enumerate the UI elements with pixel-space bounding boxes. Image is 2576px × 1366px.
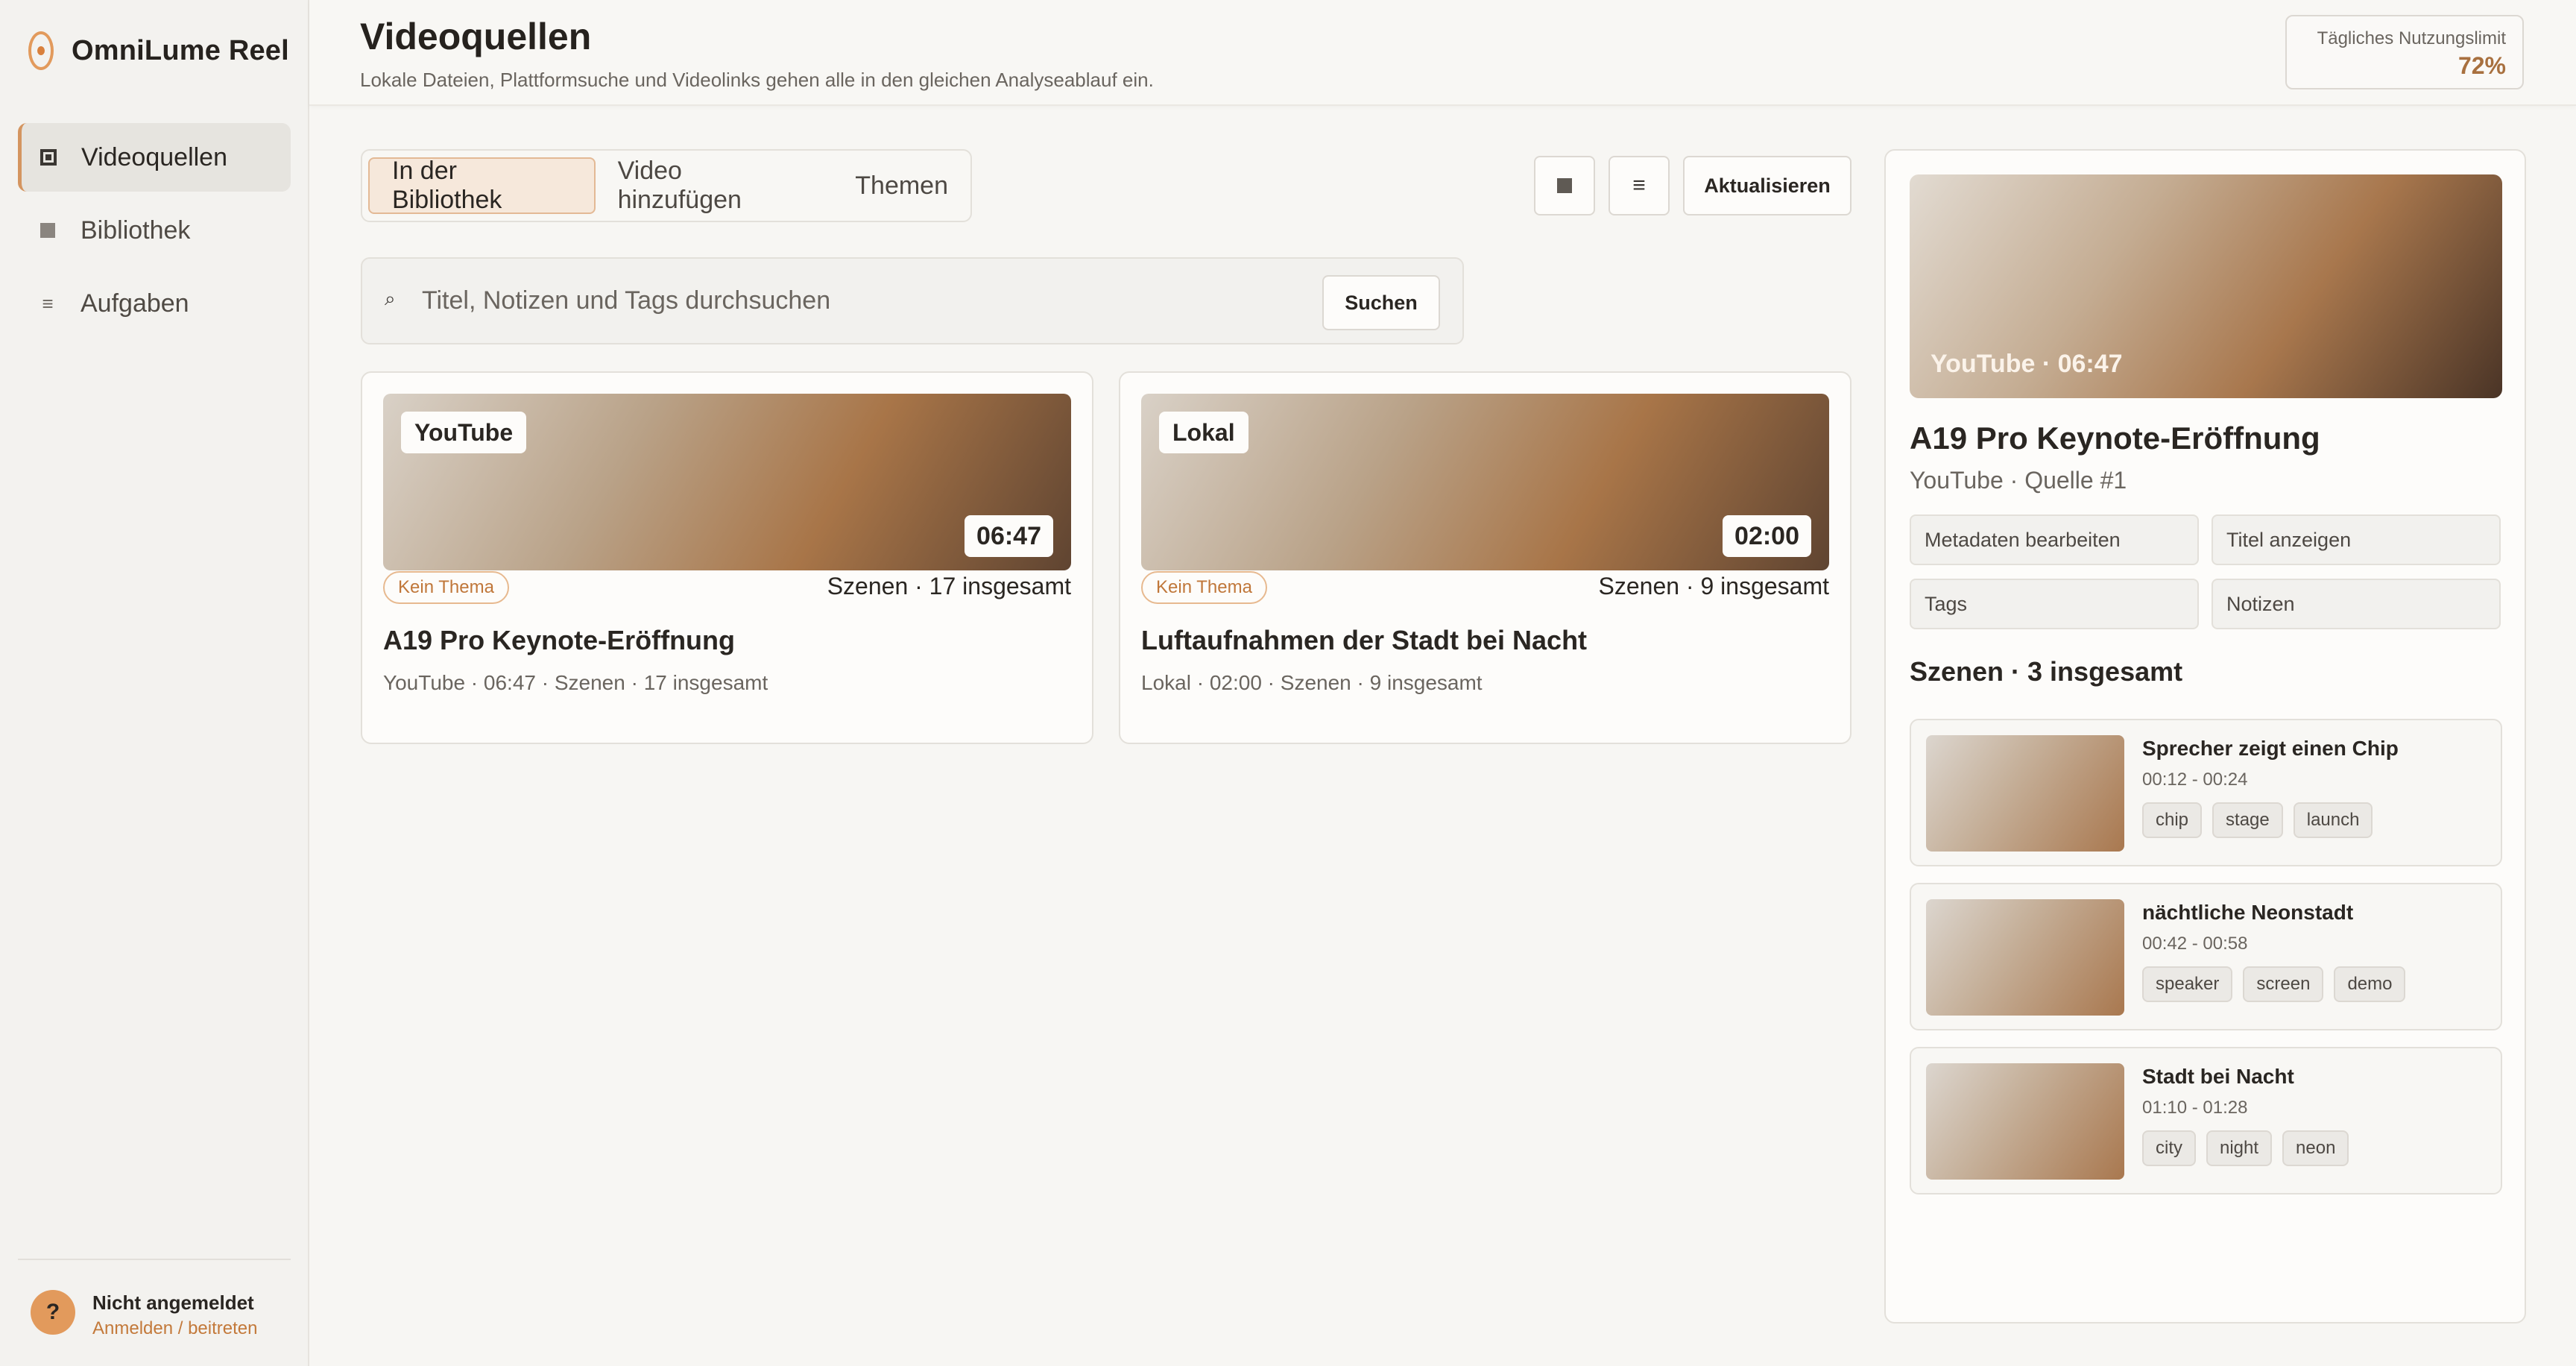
source-badge: YouTube bbox=[401, 412, 527, 453]
sidebar-item-label: Aufgaben bbox=[80, 289, 189, 318]
search-bar: ⌕ Suchen bbox=[361, 257, 1464, 344]
scene-tags: speaker screen demo bbox=[2142, 966, 2406, 1002]
video-meta: YouTube · 06:47 · Szenen · 17 insgesamt bbox=[383, 671, 768, 694]
search-icon: ⌕ bbox=[385, 287, 396, 309]
app-name: OmniLume Reel bbox=[72, 34, 289, 66]
duration-badge: 06:47 bbox=[965, 515, 1053, 557]
video-title: Luftaufnahmen der Stadt bei Nacht bbox=[1141, 625, 1588, 655]
scene-count: Szenen · 17 insgesamt bbox=[827, 573, 1071, 599]
tab-themen[interactable]: Themen bbox=[833, 157, 970, 214]
view-tabs: In der Bibliothek Video hinzufügen Theme… bbox=[361, 149, 972, 222]
theme-pill[interactable]: Kein Thema bbox=[383, 571, 509, 604]
search-button[interactable]: Suchen bbox=[1322, 275, 1440, 330]
detail-subtitle: YouTube · Quelle #1 bbox=[1910, 467, 2127, 494]
edit-metadata-button[interactable]: Metadaten bearbeiten bbox=[1910, 514, 2199, 565]
page-header: Videoquellen Lokale Dateien, Plattformsu… bbox=[309, 0, 2576, 106]
source-badge: Lokal bbox=[1159, 412, 1248, 453]
detail-thumbnail-label: YouTube · 06:47 bbox=[1931, 350, 2123, 378]
tab-in-der-bibliothek[interactable]: In der Bibliothek bbox=[368, 157, 596, 214]
library-icon bbox=[39, 223, 57, 238]
scene-tags: chip stage launch bbox=[2142, 802, 2373, 838]
scene-tag[interactable]: stage bbox=[2212, 802, 2283, 838]
detail-panel: YouTube · 06:47 A19 Pro Keynote-Eröffnun… bbox=[1884, 149, 2526, 1323]
sidebar: OmniLume Reel Videoquellen Bibliothek ≡ … bbox=[0, 0, 309, 1366]
scene-title: Sprecher zeigt einen Chip bbox=[2142, 737, 2399, 760]
page-subtitle: Lokale Dateien, Plattformsuche und Video… bbox=[360, 69, 1154, 91]
video-title: A19 Pro Keynote-Eröffnung bbox=[383, 625, 736, 655]
video-thumbnail[interactable]: Lokal 02:00 bbox=[1141, 394, 1829, 570]
scene-count: Szenen · 9 insgesamt bbox=[1598, 573, 1830, 599]
scene-tag[interactable]: launch bbox=[2293, 802, 2373, 838]
show-title-button[interactable]: Titel anzeigen bbox=[2212, 514, 2501, 565]
sidebar-item-label: Videoquellen bbox=[81, 142, 227, 171]
usage-limit-value: 72% bbox=[2457, 52, 2506, 79]
refresh-button[interactable]: Aktualisieren bbox=[1683, 156, 1852, 215]
scene-item[interactable]: nächtliche Neonstadt 00:42 - 00:58 speak… bbox=[1910, 883, 2502, 1030]
scene-tag[interactable]: demo bbox=[2334, 966, 2406, 1002]
scene-title: nächtliche Neonstadt bbox=[2142, 901, 2354, 924]
scene-tag[interactable]: screen bbox=[2243, 966, 2324, 1002]
scene-tag[interactable]: speaker bbox=[2142, 966, 2233, 1002]
video-card[interactable]: YouTube 06:47 Kein Thema Szenen · 17 ins… bbox=[361, 371, 1093, 744]
scene-thumbnail[interactable] bbox=[1926, 1063, 2124, 1180]
list-view-icon: ≡ bbox=[1632, 173, 1646, 198]
detail-thumbnail[interactable]: YouTube · 06:47 bbox=[1910, 174, 2502, 398]
tab-video-hinzufuegen[interactable]: Video hinzufügen bbox=[596, 157, 833, 214]
scene-time: 01:10 - 01:28 bbox=[2142, 1098, 2248, 1118]
search-input[interactable] bbox=[422, 280, 1242, 321]
scene-item[interactable]: Sprecher zeigt einen Chip 00:12 - 00:24 … bbox=[1910, 719, 2502, 866]
scene-tag[interactable]: neon bbox=[2282, 1130, 2349, 1166]
video-card[interactable]: Lokal 02:00 Kein Thema Szenen · 9 insges… bbox=[1119, 371, 1852, 744]
notes-button[interactable]: Notizen bbox=[2212, 579, 2501, 629]
usage-limit-label: Tägliches Nutzungslimit bbox=[2317, 28, 2506, 48]
logo-icon bbox=[28, 31, 54, 70]
tasks-icon: ≡ bbox=[42, 292, 54, 315]
sidebar-item-label: Bibliothek bbox=[80, 215, 191, 245]
video-meta: Lokal · 02:00 · Szenen · 9 insgesamt bbox=[1141, 671, 1483, 694]
page-title: Videoquellen bbox=[360, 16, 592, 57]
sidebar-item-bibliothek[interactable]: Bibliothek bbox=[18, 196, 291, 265]
grid-view-button[interactable] bbox=[1534, 156, 1595, 215]
sidebar-item-videoquellen[interactable]: Videoquellen bbox=[18, 123, 291, 192]
sidebar-nav: Videoquellen Bibliothek ≡ Aufgaben bbox=[18, 123, 291, 342]
scene-thumbnail[interactable] bbox=[1926, 899, 2124, 1016]
detail-title: A19 Pro Keynote-Eröffnung bbox=[1910, 421, 2320, 456]
scene-tag[interactable]: chip bbox=[2142, 802, 2203, 838]
scene-tags: city night neon bbox=[2142, 1130, 2349, 1166]
grid-view-icon bbox=[1557, 178, 1572, 193]
video-thumbnail[interactable]: YouTube 06:47 bbox=[383, 394, 1071, 570]
scene-thumbnail[interactable] bbox=[1926, 735, 2124, 852]
sidebar-item-aufgaben[interactable]: ≡ Aufgaben bbox=[18, 269, 291, 338]
scene-time: 00:42 - 00:58 bbox=[2142, 934, 2248, 954]
user-status: Nicht angemeldet bbox=[92, 1291, 254, 1314]
login-link[interactable]: Anmelden / beitreten bbox=[92, 1318, 257, 1339]
avatar[interactable]: ? bbox=[31, 1290, 75, 1335]
user-section: ? Nicht angemeldet Anmelden / beitreten bbox=[18, 1259, 291, 1366]
scene-time: 00:12 - 00:24 bbox=[2142, 769, 2248, 790]
list-view-button[interactable]: ≡ bbox=[1609, 156, 1670, 215]
brand[interactable]: OmniLume Reel bbox=[28, 27, 289, 75]
scenes-heading: Szenen · 3 insgesamt bbox=[1910, 656, 2183, 687]
theme-pill[interactable]: Kein Thema bbox=[1141, 571, 1267, 604]
scene-item[interactable]: Stadt bei Nacht 01:10 - 01:28 city night… bbox=[1910, 1047, 2502, 1195]
scene-tag[interactable]: city bbox=[2142, 1130, 2196, 1166]
tags-button[interactable]: Tags bbox=[1910, 579, 2199, 629]
scene-tag[interactable]: night bbox=[2206, 1130, 2273, 1166]
duration-badge: 02:00 bbox=[1723, 515, 1811, 557]
scene-title: Stadt bei Nacht bbox=[2142, 1065, 2294, 1088]
usage-limit-box: Tägliches Nutzungslimit 72% bbox=[2285, 15, 2524, 89]
video-sources-icon bbox=[40, 149, 57, 166]
